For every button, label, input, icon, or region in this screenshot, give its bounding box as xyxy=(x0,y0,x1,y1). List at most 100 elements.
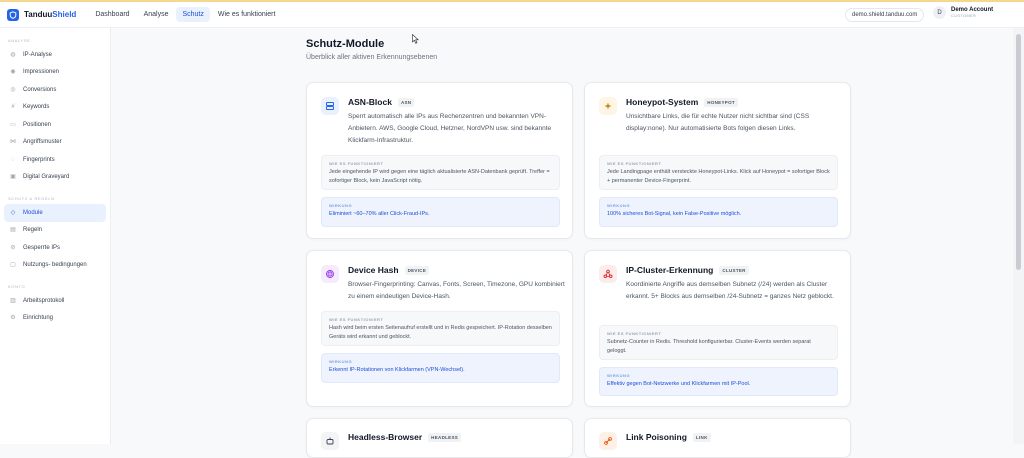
how-it-works-text: Jede eingehende IP wird gegen eine tägli… xyxy=(329,169,550,184)
module-badge: HEADLESS xyxy=(428,432,462,442)
how-it-works-text: Subnetz-Counter in Redis. Threshold konf… xyxy=(607,339,811,354)
account-role: CUSTOMER xyxy=(951,13,977,18)
module-card-ip-cluster: IP-Cluster-Erkennung CLUSTER Koordinierte… xyxy=(584,250,851,407)
module-badge: LINK xyxy=(692,432,711,442)
sidebar-item-label: Arbeitsprotokoll xyxy=(23,297,65,304)
sidebar-item-label: Angriffsmuster xyxy=(23,139,62,146)
module-title: Headless-Browser xyxy=(348,432,423,442)
graveyard-icon: ▣ xyxy=(10,174,16,181)
module-description: Unsichtbare Links, die für echte Nutzer … xyxy=(626,113,810,132)
effect-label: WIRKUNG xyxy=(607,373,631,378)
hash-icon: # xyxy=(11,104,15,111)
nav-analyse[interactable]: Analyse xyxy=(138,7,175,22)
sidebar-item-label: Module xyxy=(23,209,43,216)
effect-text: 100% sicheres Bot-Signal, kein False-Pos… xyxy=(607,211,742,217)
avatar: D xyxy=(933,6,946,19)
sidebar-item-digital-graveyard[interactable]: ▣ Digital Graveyard xyxy=(4,169,106,187)
sidebar-item-label: Regeln xyxy=(23,227,43,234)
sidebar-item-regeln[interactable]: ▤ Regeln xyxy=(4,222,106,240)
main-nav: Dashboard Analyse Schutz Wie es funktion… xyxy=(89,7,283,22)
fingerprint-icon xyxy=(321,265,339,283)
how-it-works-label: WIE ES FUNKTIONIERT xyxy=(329,161,384,166)
sidebar-item-ip-analyse[interactable]: ◍ IP-Analyse xyxy=(4,46,106,64)
scrollbar-thumb[interactable] xyxy=(1016,34,1021,270)
conversion-icon: ◎ xyxy=(10,86,16,93)
sidebar-item-einrichtung[interactable]: ⚙ Einrichtung xyxy=(4,310,106,328)
robot-icon xyxy=(321,432,339,450)
module-title: Link Poisoning xyxy=(626,432,687,442)
link-poison-icon xyxy=(599,432,617,450)
module-badge: DEVICE xyxy=(404,265,430,275)
domain-selector[interactable]: demo.shield.tanduu.com xyxy=(845,8,925,22)
module-title: IP-Cluster-Erkennung xyxy=(626,265,714,275)
effect-box: WIRKUNG Effektiv gegen Bot-Netzwerke und… xyxy=(599,367,838,396)
cluster-icon xyxy=(599,265,617,283)
module-description: Koordinierte Angriffe aus demselben Subn… xyxy=(626,281,834,300)
sidebar-item-gesperrte-ips[interactable]: ⊘ Gesperrte IPs xyxy=(4,239,106,257)
honeypot-icon xyxy=(599,97,617,115)
sidebar-item-positionen[interactable]: ▭ Positionen xyxy=(4,116,106,134)
module-card-link-poisoning: Link Poisoning LINK xyxy=(584,418,851,458)
how-it-works-label: WIE ES FUNKTIONIERT xyxy=(329,317,384,322)
sidebar: ANALYSE ◍ IP-Analyse ◉ Impressionen ◎ Conve… xyxy=(0,28,111,444)
effect-box: WIRKUNG 100% sicheres Bot-Signal, kein F… xyxy=(599,197,838,227)
sidebar-item-label: Fingerprints xyxy=(23,156,55,163)
effect-text: Eliminiert ~60–70% aller Click-Fraud-IPs… xyxy=(329,211,430,217)
brand[interactable]: TanduuShield xyxy=(7,8,77,21)
top-header: TanduuShield Dashboard Analyse Schutz Wi… xyxy=(0,2,1024,28)
server-icon xyxy=(321,97,339,115)
fingerprint-icon: ◌ xyxy=(11,156,15,163)
sidebar-item-module[interactable]: ◇ Module xyxy=(4,204,106,222)
module-title: ASN-Block xyxy=(348,97,392,107)
sidebar-item-label: Gesperrte IPs xyxy=(23,244,61,251)
sidebar-item-keywords[interactable]: # Keywords xyxy=(4,99,106,117)
sidebar-item-label: Digital Graveyard xyxy=(23,174,70,181)
module-description: Browser-Fingerprinting: Canvas, Fonts, S… xyxy=(348,281,565,300)
how-it-works-text: Jede Landingpage enthält versteckte Hone… xyxy=(607,169,830,184)
sidebar-item-fingerprints[interactable]: ◌ Fingerprints xyxy=(4,151,106,169)
page-scrollbar[interactable] xyxy=(1013,28,1024,444)
module-badge: ASN xyxy=(397,97,415,107)
effect-box: WIRKUNG Eliminiert ~60–70% aller Click-F… xyxy=(321,197,560,227)
pattern-icon: ⋈ xyxy=(10,139,16,146)
sidebar-item-angriffsmuster[interactable]: ⋈ Angriffsmuster xyxy=(4,134,106,152)
effect-label: WIRKUNG xyxy=(607,203,631,208)
effect-text: Erkennt IP-Rotationen von Klickfarmen (V… xyxy=(329,367,465,373)
module-badge: HONEYPOT xyxy=(704,97,738,107)
sidebar-item-nutzungsbedingungen[interactable]: ▢ Nutzungs- bedingungen xyxy=(4,257,106,275)
sidebar-item-arbeitsprotokoll[interactable]: ▥ Arbeitsprotokoll xyxy=(4,292,106,310)
brand-name-accent: Shield xyxy=(52,10,77,19)
brand-name-main: Tanduu xyxy=(24,10,53,19)
ip-icon: ◍ xyxy=(10,51,16,58)
effect-text: Effektiv gegen Bot-Netzwerke und Klickfa… xyxy=(607,381,751,387)
effect-label: WIRKUNG xyxy=(329,203,353,208)
shield-logo-icon xyxy=(7,8,19,21)
how-it-works-text: Hash wird beim ersten Seitenaufruf erste… xyxy=(329,325,552,340)
eye-icon: ◉ xyxy=(10,69,16,76)
module-title: Honeypot-System xyxy=(626,97,699,107)
sidebar-item-impressionen[interactable]: ◉ Impressionen xyxy=(4,64,106,82)
page-subtitle: Überblick aller aktiven Erkennungsebenen xyxy=(306,54,438,61)
log-icon: ▥ xyxy=(10,297,16,304)
sidebar-item-label: Conversions xyxy=(23,86,57,93)
how-it-works-box: WIE ES FUNKTIONIERT Jede eingehende IP w… xyxy=(321,155,560,190)
nav-dashboard[interactable]: Dashboard xyxy=(89,7,135,22)
nav-schutz[interactable]: Schutz xyxy=(176,7,210,22)
mouse-cursor-icon xyxy=(412,31,419,49)
rules-icon: ▤ xyxy=(10,227,16,234)
module-badge: CLUSTER xyxy=(719,265,749,275)
effect-box: WIRKUNG Erkennt IP-Rotationen von Klickf… xyxy=(321,353,560,383)
effect-label: WIRKUNG xyxy=(329,359,353,364)
account-menu[interactable]: D Demo Account CUSTOMER xyxy=(933,6,993,19)
shield-icon: ◇ xyxy=(10,209,16,216)
sidebar-item-label: Einrichtung xyxy=(23,315,54,322)
sidebar-section-schutz: SCHUTZ & REGELN xyxy=(8,196,55,201)
settings-icon: ⚙ xyxy=(10,315,16,322)
block-icon: ⊘ xyxy=(10,244,16,251)
sidebar-item-conversions[interactable]: ◎ Conversions xyxy=(4,81,106,99)
module-card-asn-block: ASN-Block ASN Sperrt automatisch alle IPs… xyxy=(306,82,573,239)
how-it-works-box: WIE ES FUNKTIONIERT Hash wird beim erste… xyxy=(321,311,560,346)
nav-wie-es-funktioniert[interactable]: Wie es funktioniert xyxy=(212,7,282,22)
sidebar-item-label: Positionen xyxy=(23,121,52,128)
module-description: Sperrt automatisch alle IPs aus Rechenze… xyxy=(348,113,552,144)
